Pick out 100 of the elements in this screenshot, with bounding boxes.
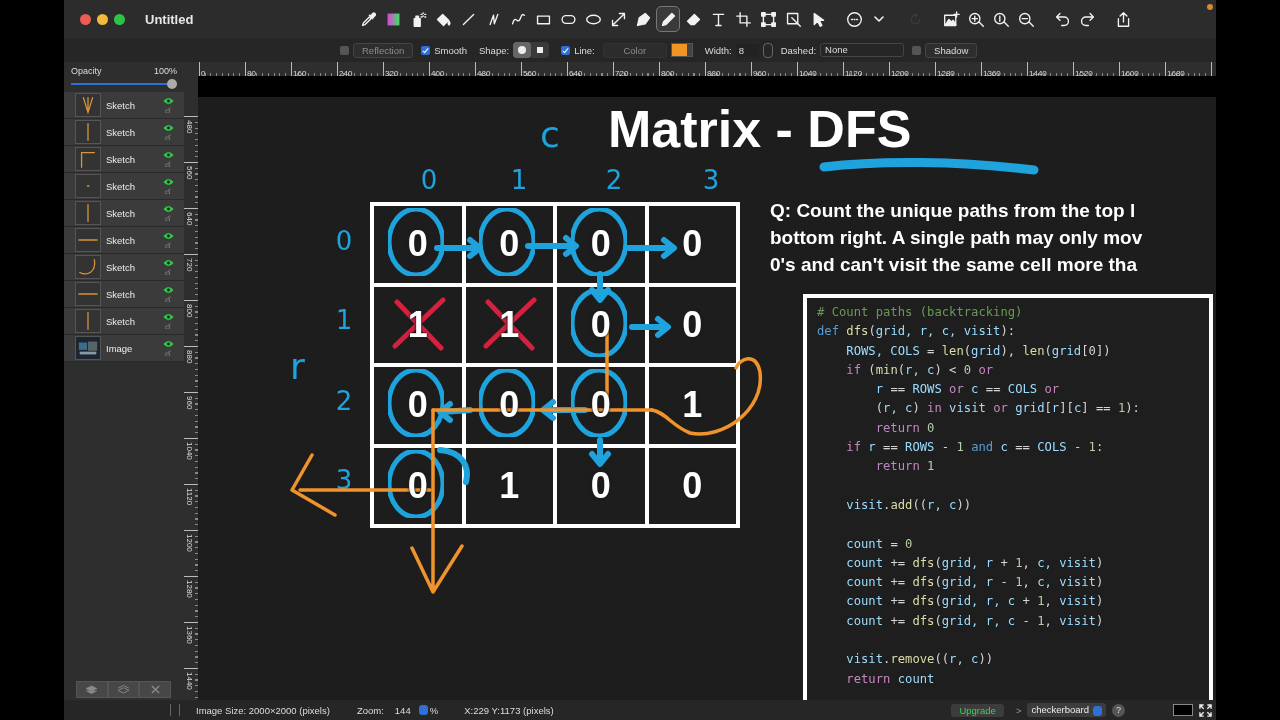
opacity-value: 100% [153, 66, 177, 76]
eye-icon[interactable] [162, 259, 174, 267]
code-line: return count [845, 670, 936, 688]
layer-thumbnail [75, 93, 101, 117]
undo-icon [1053, 10, 1071, 28]
width-stepper[interactable] [762, 42, 773, 58]
layer-name: Sketch [106, 153, 137, 165]
layer-row[interactable]: Sketch [64, 227, 184, 254]
layer-thumbnail [75, 255, 101, 279]
ruler-label: 320 [385, 69, 399, 76]
layer-row[interactable]: Sketch [64, 92, 184, 119]
ruler-label: 640 [569, 69, 583, 76]
background-dropdown[interactable]: checkerboard [1027, 703, 1106, 717]
eye-icon[interactable] [162, 97, 174, 105]
resize-grip[interactable] [170, 704, 180, 716]
layer-name: Sketch [106, 234, 137, 246]
eye-icon[interactable] [162, 340, 174, 348]
layer-row[interactable]: Image [64, 335, 184, 362]
layers-icon [85, 685, 99, 694]
width-label: Width: [704, 44, 732, 56]
ruler-label: 1440 [184, 671, 194, 690]
width-field[interactable]: 8 [735, 43, 759, 57]
layer-thumbnail [75, 201, 101, 225]
layer-name: Sketch [106, 261, 137, 273]
smooth-checkbox[interactable] [421, 45, 431, 55]
ruler-label: 1360 [184, 625, 194, 644]
ruler-label: 1120 [184, 487, 194, 506]
pencil-icon [659, 10, 677, 28]
selection-arrow-icon [784, 10, 802, 28]
shadow-button[interactable]: Shadow [925, 42, 978, 58]
zoom-field[interactable]: 144 [394, 704, 417, 716]
fullscreen-icon[interactable] [1199, 703, 1212, 717]
cell-value: 1 [682, 387, 703, 424]
layer-row[interactable]: Sketch [64, 308, 184, 335]
delete-button[interactable] [139, 681, 171, 698]
eye-icon[interactable] [162, 151, 174, 159]
upgrade-button[interactable]: Upgrade [951, 703, 1004, 717]
ruler-label: 1600 [1121, 69, 1139, 76]
ruler-label: 1360 [983, 69, 1001, 76]
slider-thumb[interactable] [167, 79, 177, 89]
ruler-label: 480 [184, 119, 194, 134]
layer-row[interactable]: Sketch [64, 173, 184, 200]
ruler-label: 560 [523, 69, 537, 76]
round-shape-button[interactable] [513, 42, 532, 58]
question-text: bottom right. A single path may only mov [770, 226, 1143, 250]
code-line: count += dfs(grid, r, c + 1, visit) [845, 593, 1105, 611]
layer-row[interactable]: Sketch [64, 254, 184, 281]
layer-thumbnail [75, 174, 101, 198]
code-line: # Count paths (backtracking) [817, 304, 1024, 321]
ruler-label: 1040 [799, 69, 817, 76]
code-line: (r, c) in visit or grid[r][c] == 1): [874, 400, 1141, 418]
chevron-down-icon [874, 16, 885, 22]
layer-name: Sketch [106, 207, 137, 219]
row-index: 2 [334, 388, 354, 414]
ruler-label: 80 [247, 69, 256, 76]
zoom-stepper[interactable] [418, 705, 428, 715]
smooth-label: Smooth [434, 44, 467, 56]
ruler-label: 1280 [184, 579, 194, 598]
color-swatch[interactable] [670, 43, 693, 57]
ruler-label: 880 [184, 349, 194, 364]
layer-name: Sketch [106, 180, 137, 192]
ruler-label: 1280 [937, 69, 955, 76]
dashed-label: Dashed: [780, 44, 817, 56]
eye-icon[interactable] [162, 232, 174, 240]
ruler-label: 640 [184, 211, 194, 226]
dashed-dropdown[interactable]: None [820, 43, 905, 57]
color-well[interactable] [1173, 704, 1193, 716]
column-index: 1 [509, 167, 529, 193]
code-line: r == ROWS or c == COLS or [874, 381, 1061, 399]
eye-icon[interactable] [162, 124, 174, 132]
layer-button[interactable] [76, 681, 108, 698]
handwritten-label: c [540, 117, 560, 153]
cell-value: 0 [499, 226, 520, 263]
eye-icon[interactable] [162, 205, 174, 213]
zoom-button[interactable] [114, 13, 125, 25]
ruler-label: 960 [753, 69, 767, 76]
selection-icon [759, 10, 777, 28]
close-button[interactable] [80, 13, 91, 25]
ruler-label: 1520 [1075, 69, 1093, 76]
cell-value: 0 [590, 467, 611, 504]
layer-row[interactable]: Sketch [64, 119, 184, 146]
eye-icon[interactable] [162, 313, 174, 321]
cell-value: 1 [499, 467, 520, 504]
layer-row[interactable]: Sketch [64, 200, 184, 227]
code-line: visit.remove((r, c)) [845, 651, 995, 669]
eye-icon[interactable] [162, 178, 174, 186]
layer-row[interactable]: Sketch [64, 146, 184, 173]
ruler-label: 240 [339, 69, 353, 76]
layer-thumbnail [75, 228, 101, 252]
code-line: if (min(r, c) < 0 or [845, 361, 995, 379]
eye-icon[interactable] [162, 286, 174, 294]
help-button[interactable]: ? [1112, 703, 1125, 717]
column-index: 0 [419, 167, 439, 193]
row-index: 3 [334, 467, 354, 493]
code-line: count += dfs(grid, r + 1, c, visit) [845, 554, 1105, 572]
tool-button[interactable] [656, 6, 681, 32]
minimize-button[interactable] [97, 13, 108, 25]
line-checkbox[interactable] [561, 45, 571, 55]
shadow-checkbox[interactable] [912, 45, 922, 55]
layer-row[interactable]: Sketch [64, 281, 184, 308]
